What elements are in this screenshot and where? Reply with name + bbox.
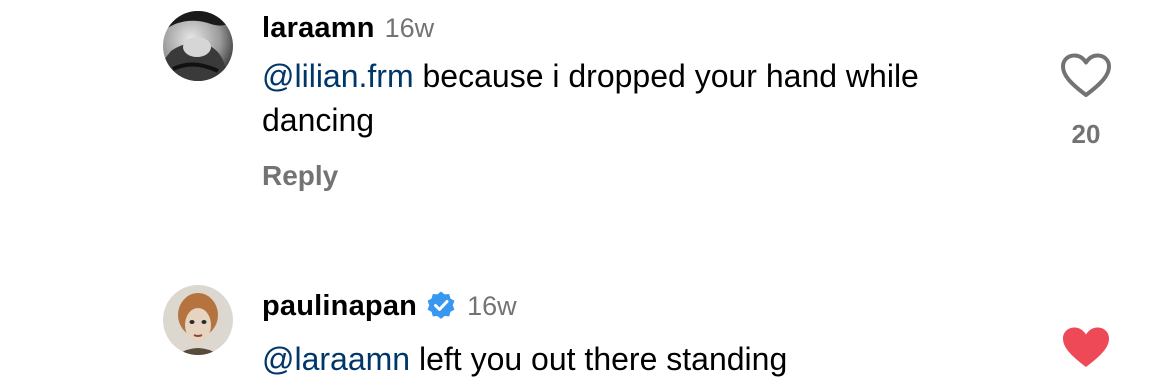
- comment-item: paulinapan 16w @laraamn left you out the…: [0, 280, 1169, 389]
- like-count: 20: [1071, 119, 1101, 149]
- username[interactable]: paulinapan: [262, 290, 417, 323]
- comment-body: left you out there standing: [410, 341, 788, 377]
- avatar-photo: [163, 285, 233, 355]
- comment-header: laraamn 16w: [262, 8, 434, 48]
- avatar[interactable]: [163, 11, 233, 81]
- like-control: 20: [1056, 53, 1116, 150]
- comment-item: laraamn 16w @lilian.frm because i droppe…: [0, 0, 1169, 220]
- comment-header: paulinapan 16w: [262, 286, 517, 326]
- avatar[interactable]: [163, 285, 233, 355]
- timestamp: 16w: [384, 12, 435, 43]
- comments-list: laraamn 16w @lilian.frm because i droppe…: [0, 0, 1169, 389]
- comment-text: @lilian.frm because i dropped your hand …: [262, 54, 1022, 142]
- comment-text: @laraamn left you out there standing: [262, 337, 1022, 381]
- mention-link[interactable]: @laraamn: [262, 341, 410, 377]
- username[interactable]: laraamn: [262, 12, 375, 45]
- timestamp: 16w: [467, 290, 517, 321]
- verified-badge-icon: [427, 291, 455, 319]
- reply-button[interactable]: Reply: [262, 160, 338, 192]
- like-control: [1056, 325, 1116, 371]
- mention-link[interactable]: @lilian.frm: [262, 58, 414, 94]
- avatar-photo: [163, 11, 233, 81]
- heart-filled-icon[interactable]: [1060, 325, 1112, 371]
- heart-outline-icon[interactable]: [1060, 53, 1112, 99]
